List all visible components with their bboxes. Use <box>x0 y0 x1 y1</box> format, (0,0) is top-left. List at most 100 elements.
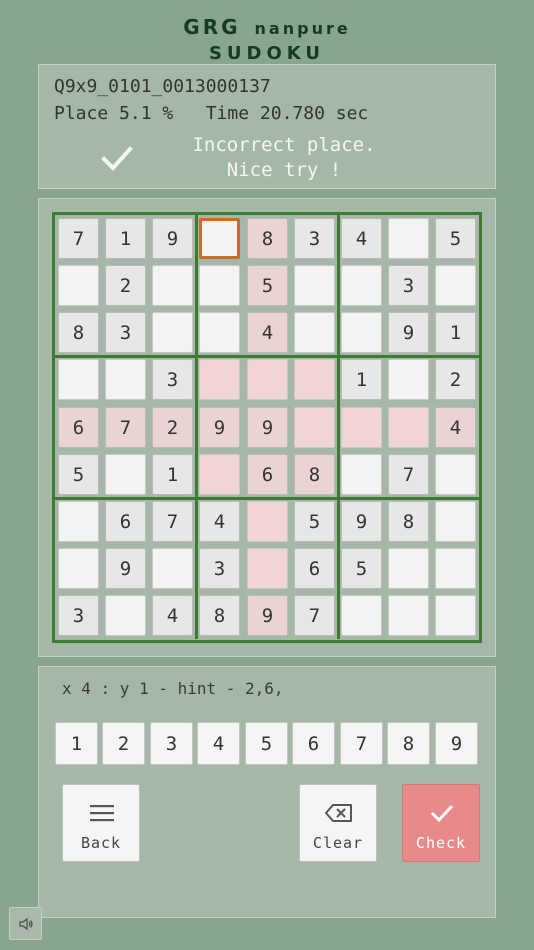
cell-r7-c3[interactable]: 7 <box>152 501 193 542</box>
cell-r3-c5[interactable]: 4 <box>247 312 288 353</box>
cell-r7-c2[interactable]: 6 <box>105 501 146 542</box>
cell-r4-c7[interactable]: 1 <box>341 359 382 400</box>
cell-r1-c7[interactable]: 4 <box>341 218 382 259</box>
cell-r6-c5[interactable]: 6 <box>247 454 288 495</box>
number-key-3[interactable]: 3 <box>150 722 193 765</box>
sound-button[interactable] <box>9 907 42 940</box>
cell-r3-c7[interactable] <box>341 312 382 353</box>
result-message-line1: Incorrect place. <box>192 134 376 156</box>
cell-r9-c8[interactable] <box>388 595 429 636</box>
cell-r2-c8[interactable]: 3 <box>388 265 429 306</box>
cell-r8-c7[interactable]: 5 <box>341 548 382 589</box>
cell-r6-c8[interactable]: 7 <box>388 454 429 495</box>
cell-r3-c3[interactable] <box>152 312 193 353</box>
cell-r2-c6[interactable] <box>294 265 335 306</box>
cell-r6-c6[interactable]: 8 <box>294 454 335 495</box>
cell-r8-c1[interactable] <box>58 548 99 589</box>
cell-r3-c4[interactable] <box>199 312 240 353</box>
cell-r8-c5[interactable] <box>247 548 288 589</box>
cell-r3-c1[interactable]: 8 <box>58 312 99 353</box>
clear-button[interactable]: Clear <box>299 784 377 862</box>
cell-r7-c9[interactable] <box>435 501 476 542</box>
number-key-4[interactable]: 4 <box>197 722 240 765</box>
cell-r2-c9[interactable] <box>435 265 476 306</box>
app-logo: GRG nanpure SUDOKU <box>0 14 534 66</box>
cell-r8-c9[interactable] <box>435 548 476 589</box>
check-icon <box>430 804 454 823</box>
number-key-7[interactable]: 7 <box>340 722 383 765</box>
cell-r5-c1[interactable]: 6 <box>58 407 99 448</box>
cell-r4-c9[interactable]: 2 <box>435 359 476 400</box>
cell-r8-c4[interactable]: 3 <box>199 548 240 589</box>
cell-r6-c3[interactable]: 1 <box>152 454 193 495</box>
number-key-8[interactable]: 8 <box>387 722 430 765</box>
cell-r7-c6[interactable]: 5 <box>294 501 335 542</box>
clear-button-label: Clear <box>312 834 364 852</box>
cell-r5-c8[interactable] <box>388 407 429 448</box>
cell-r1-c6[interactable]: 3 <box>294 218 335 259</box>
cell-r5-c3[interactable]: 2 <box>152 407 193 448</box>
number-key-1[interactable]: 1 <box>55 722 98 765</box>
cell-r8-c8[interactable] <box>388 548 429 589</box>
cell-r6-c2[interactable] <box>105 454 146 495</box>
back-button[interactable]: Back <box>62 784 140 862</box>
cell-r1-c2[interactable]: 1 <box>105 218 146 259</box>
cell-r4-c8[interactable] <box>388 359 429 400</box>
number-key-6[interactable]: 6 <box>292 722 335 765</box>
cell-r4-c2[interactable] <box>105 359 146 400</box>
cell-r7-c4[interactable]: 4 <box>199 501 240 542</box>
cell-r4-c1[interactable] <box>58 359 99 400</box>
cell-r6-c1[interactable]: 5 <box>58 454 99 495</box>
cell-r5-c5[interactable]: 9 <box>247 407 288 448</box>
cell-r2-c3[interactable] <box>152 265 193 306</box>
cell-r1-c8[interactable] <box>388 218 429 259</box>
cell-r8-c2[interactable]: 9 <box>105 548 146 589</box>
number-key-2[interactable]: 2 <box>102 722 145 765</box>
cell-r7-c1[interactable] <box>58 501 99 542</box>
cell-r2-c7[interactable] <box>341 265 382 306</box>
cell-r2-c5[interactable]: 5 <box>247 265 288 306</box>
cell-r4-c4[interactable] <box>199 359 240 400</box>
number-key-9[interactable]: 9 <box>435 722 478 765</box>
cell-r5-c6[interactable] <box>294 407 335 448</box>
info-panel: Q9x9_0101_0013000137 Place 5.1 % Time 20… <box>38 64 496 189</box>
cell-r9-c6[interactable]: 7 <box>294 595 335 636</box>
cell-r4-c3[interactable]: 3 <box>152 359 193 400</box>
cell-r7-c7[interactable]: 9 <box>341 501 382 542</box>
sudoku-grid: 7198345253834913126729945168767459893653… <box>52 212 482 643</box>
cell-r2-c2[interactable]: 2 <box>105 265 146 306</box>
cell-r5-c9[interactable]: 4 <box>435 407 476 448</box>
cell-r7-c8[interactable]: 8 <box>388 501 429 542</box>
cell-r8-c6[interactable]: 6 <box>294 548 335 589</box>
cell-r5-c4[interactable]: 9 <box>199 407 240 448</box>
cell-r9-c3[interactable]: 4 <box>152 595 193 636</box>
check-button[interactable]: Check <box>402 784 480 862</box>
cell-r4-c5[interactable] <box>247 359 288 400</box>
cell-r9-c9[interactable] <box>435 595 476 636</box>
cell-r6-c4[interactable] <box>199 454 240 495</box>
cell-r2-c1[interactable] <box>58 265 99 306</box>
cell-r9-c5[interactable]: 9 <box>247 595 288 636</box>
cell-r6-c7[interactable] <box>341 454 382 495</box>
number-key-5[interactable]: 5 <box>245 722 288 765</box>
cell-r1-c3[interactable]: 9 <box>152 218 193 259</box>
cell-r1-c5[interactable]: 8 <box>247 218 288 259</box>
cell-r5-c2[interactable]: 7 <box>105 407 146 448</box>
cell-r3-c9[interactable]: 1 <box>435 312 476 353</box>
cell-r3-c2[interactable]: 3 <box>105 312 146 353</box>
cell-r7-c5[interactable] <box>247 501 288 542</box>
cell-r1-c9[interactable]: 5 <box>435 218 476 259</box>
cell-r6-c9[interactable] <box>435 454 476 495</box>
cell-r3-c8[interactable]: 9 <box>388 312 429 353</box>
cell-r1-c4[interactable] <box>199 218 240 259</box>
cell-r3-c6[interactable] <box>294 312 335 353</box>
cell-r9-c7[interactable] <box>341 595 382 636</box>
cell-r1-c1[interactable]: 7 <box>58 218 99 259</box>
cell-r9-c2[interactable] <box>105 595 146 636</box>
cell-r8-c3[interactable] <box>152 548 193 589</box>
cell-r9-c4[interactable]: 8 <box>199 595 240 636</box>
cell-r4-c6[interactable] <box>294 359 335 400</box>
cell-r2-c4[interactable] <box>199 265 240 306</box>
cell-r5-c7[interactable] <box>341 407 382 448</box>
cell-r9-c1[interactable]: 3 <box>58 595 99 636</box>
